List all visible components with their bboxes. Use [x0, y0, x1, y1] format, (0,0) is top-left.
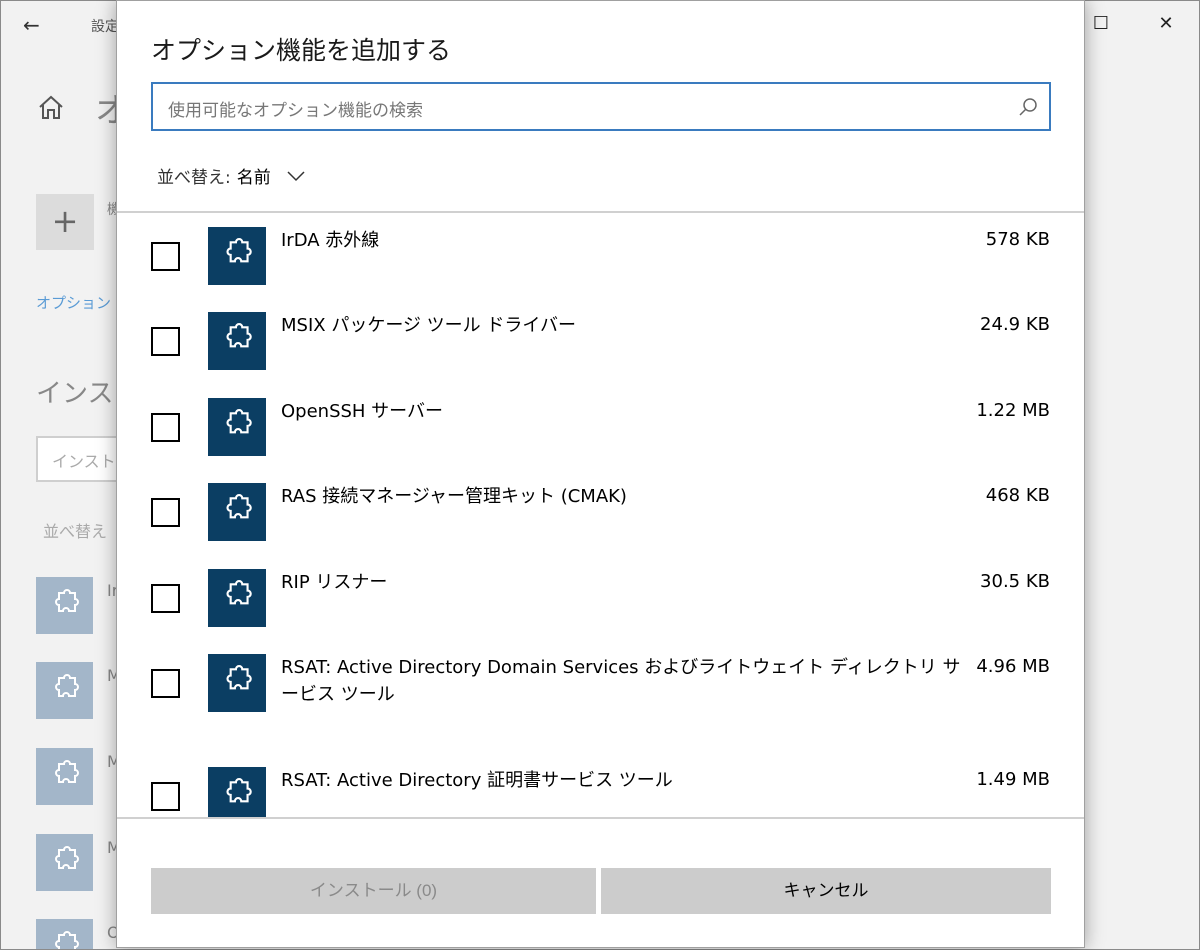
puzzle-icon	[208, 569, 266, 627]
feature-checkbox[interactable]	[151, 782, 180, 811]
search-icon[interactable]	[1017, 96, 1039, 118]
feature-checkbox[interactable]	[151, 242, 180, 271]
list-item[interactable]: RIP リスナー 30.5 KB	[117, 569, 1084, 654]
feature-checkbox[interactable]	[151, 327, 180, 356]
cancel-button[interactable]: キャンセル	[601, 868, 1051, 914]
feature-name: RSAT: Active Directory Domain Services お…	[281, 657, 961, 705]
puzzle-icon	[36, 662, 93, 719]
installed-search-input[interactable]: インストー	[36, 436, 126, 482]
feature-list[interactable]: IrDA 赤外線 578 KB MSIX パッケージ ツール ドライバー 24.…	[117, 213, 1084, 817]
dialog-title: オプション機能を追加する	[151, 36, 452, 65]
puzzle-icon	[36, 748, 93, 805]
list-item[interactable]: OpenSSH サーバー 1.22 MB	[117, 398, 1084, 483]
chevron-down-icon	[287, 170, 305, 181]
feature-name: RSAT: Active Directory 証明書サービス ツール	[281, 770, 673, 791]
back-arrow-icon[interactable]: ←	[23, 13, 40, 37]
list-divider-bottom	[117, 817, 1084, 819]
feature-name: IrDA 赤外線	[281, 230, 380, 251]
feature-size: 578 KB	[985, 229, 1050, 250]
feature-checkbox[interactable]	[151, 413, 180, 442]
list-item[interactable]: MSIX パッケージ ツール ドライバー 24.9 KB	[117, 312, 1084, 397]
puzzle-icon	[208, 398, 266, 456]
home-icon[interactable]	[37, 93, 65, 121]
list-item[interactable]: RSAT: Active Directory Domain Services お…	[117, 654, 1084, 764]
feature-checkbox[interactable]	[151, 498, 180, 527]
feature-size: 4.96 MB	[976, 656, 1050, 677]
puzzle-icon	[36, 919, 93, 949]
sort-label: 並べ替え:	[157, 168, 231, 188]
list-item[interactable]: IrDA 赤外線 578 KB	[117, 227, 1084, 312]
puzzle-icon	[208, 767, 266, 817]
feature-checkbox[interactable]	[151, 669, 180, 698]
feature-name: RAS 接続マネージャー管理キット (CMAK)	[281, 486, 627, 507]
feature-size: 30.5 KB	[980, 571, 1050, 592]
feature-size: 468 KB	[985, 485, 1050, 506]
sort-value: 名前	[236, 168, 271, 188]
feature-name: RIP リスナー	[281, 572, 388, 593]
puzzle-icon	[208, 312, 266, 370]
puzzle-icon	[36, 834, 93, 891]
puzzle-icon	[36, 577, 93, 634]
feature-search-input[interactable]: 使用可能なオプション機能の検索	[151, 82, 1051, 131]
installed-sort-label[interactable]: 並べ替え	[43, 518, 107, 542]
add-feature-button[interactable]: +	[36, 194, 94, 250]
feature-size: 1.49 MB	[976, 769, 1050, 790]
optional-features-link[interactable]: オプション	[36, 292, 111, 313]
install-button[interactable]: インストール (0)	[151, 868, 596, 914]
add-optional-feature-dialog: オプション機能を追加する 使用可能なオプション機能の検索 並べ替え: 名前 Ir…	[116, 0, 1085, 948]
feature-checkbox[interactable]	[151, 584, 180, 613]
list-item[interactable]: RAS 接続マネージャー管理キット (CMAK) 468 KB	[117, 483, 1084, 568]
feature-name: MSIX パッケージ ツール ドライバー	[281, 315, 577, 336]
window-title: 設定	[91, 19, 119, 35]
close-icon[interactable]: ✕	[1151, 13, 1181, 34]
feature-size: 1.22 MB	[976, 400, 1050, 421]
puzzle-icon	[208, 654, 266, 712]
feature-name: OpenSSH サーバー	[281, 401, 444, 422]
search-placeholder: 使用可能なオプション機能の検索	[168, 101, 423, 121]
list-item[interactable]: RSAT: Active Directory 証明書サービス ツール 1.49 …	[117, 767, 1084, 817]
feature-size: 24.9 KB	[980, 314, 1050, 335]
sort-dropdown[interactable]: 並べ替え: 名前	[157, 163, 305, 188]
puzzle-icon	[208, 227, 266, 285]
maximize-icon[interactable]: ☐	[1086, 13, 1116, 34]
puzzle-icon	[208, 483, 266, 541]
